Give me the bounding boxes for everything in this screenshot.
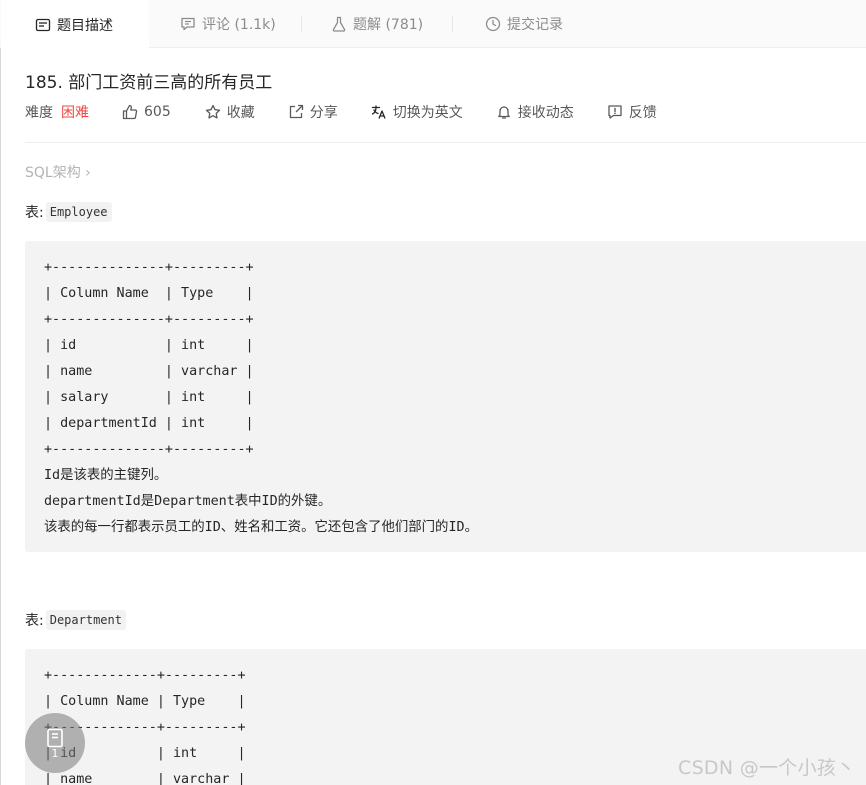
tab-label: 题目描述	[57, 17, 113, 34]
breadcrumb[interactable]: SQL架构 ›	[25, 162, 91, 182]
code-line: +-------------+---------+	[44, 720, 246, 735]
table-label-prefix: 表:	[25, 613, 44, 629]
clock-icon	[485, 16, 501, 32]
translate-icon	[371, 105, 386, 119]
employee-schema-codeblock: +--------------+---------+ | Column Name…	[25, 241, 866, 552]
tab-description[interactable]: 题目描述	[1, 0, 149, 49]
tab-label: 评论 (1.1k)	[202, 17, 276, 33]
tab-separator	[452, 16, 453, 32]
code-line: | salary | int |	[44, 390, 254, 405]
like-button[interactable]: 605	[122, 104, 171, 120]
subscribe-label: 接收动态	[517, 105, 574, 121]
tab-separator	[301, 16, 302, 32]
share-icon	[289, 104, 303, 119]
tab-label: 提交记录	[507, 17, 563, 33]
divider	[25, 142, 866, 143]
difficulty-label: 难度	[25, 105, 53, 121]
tab-label: 题解 (781)	[353, 17, 424, 33]
code-line: 该表的每一行都表示员工的ID、姓名和工资。它还包含了他们部门的ID。	[44, 520, 478, 535]
description-icon	[35, 18, 51, 31]
code-line: +--------------+---------+	[44, 442, 254, 457]
code-line: | departmentId | int |	[44, 416, 254, 431]
code-line: | id | int |	[44, 338, 254, 353]
share-label: 分享	[309, 105, 338, 121]
comment-icon	[181, 17, 195, 31]
employee-table-label: 表: Employee	[25, 202, 112, 222]
feedback-icon	[608, 105, 622, 119]
employee-table-name: Employee	[45, 202, 112, 222]
bell-icon	[497, 106, 510, 119]
switch-language-button[interactable]: 切换为英文	[371, 102, 463, 122]
notes-count: 1	[51, 746, 59, 760]
code-line: | Column Name | Type |	[44, 286, 254, 301]
code-line: +--------------+---------+	[44, 312, 254, 327]
left-border	[0, 0, 1, 785]
table-label-prefix: 表:	[25, 205, 44, 221]
code-line: +-------------+---------+	[44, 668, 246, 683]
tab-solutions[interactable]: 题解 (781)	[331, 0, 423, 48]
favorite-button[interactable]: 收藏	[205, 102, 255, 122]
notebook-icon	[47, 728, 63, 747]
problem-meta-row: 难度 困难 605 收藏 分享 切换为英文 接收动态 反馈	[25, 101, 657, 123]
tab-bar: 题目描述 评论 (1.1k) 题解 (781) 提交记录	[0, 0, 866, 49]
code-line: | name | varchar |	[44, 364, 254, 379]
star-icon	[205, 104, 220, 119]
favorite-label: 收藏	[226, 105, 255, 121]
code-line: +--------------+---------+	[44, 260, 254, 275]
notes-floating-button[interactable]: 1	[25, 713, 85, 773]
tab-comments[interactable]: 评论 (1.1k)	[180, 0, 276, 48]
code-line: departmentId是Department表中ID的外键。	[44, 494, 332, 509]
problem-title: 185. 部门工资前三高的所有员工	[25, 73, 273, 93]
tab-submissions[interactable]: 提交记录	[485, 0, 563, 48]
code-line: | Column Name | Type |	[44, 694, 246, 709]
thumbs-up-icon	[122, 104, 138, 120]
switch-language-label: 切换为英文	[392, 105, 463, 121]
department-table-label: 表: Department	[25, 610, 126, 630]
subscribe-button[interactable]: 接收动态	[496, 102, 574, 122]
share-button[interactable]: 分享	[288, 102, 338, 122]
code-line: Id是该表的主键列。	[44, 468, 168, 483]
feedback-button[interactable]: 反馈	[607, 102, 657, 122]
like-count: 605	[144, 104, 171, 120]
difficulty-badge: 困难	[61, 105, 89, 121]
flask-icon	[332, 16, 346, 32]
department-table-name: Department	[45, 610, 126, 630]
feedback-label: 反馈	[628, 105, 657, 121]
watermark: CSDN @一个小孩丶	[678, 757, 856, 779]
